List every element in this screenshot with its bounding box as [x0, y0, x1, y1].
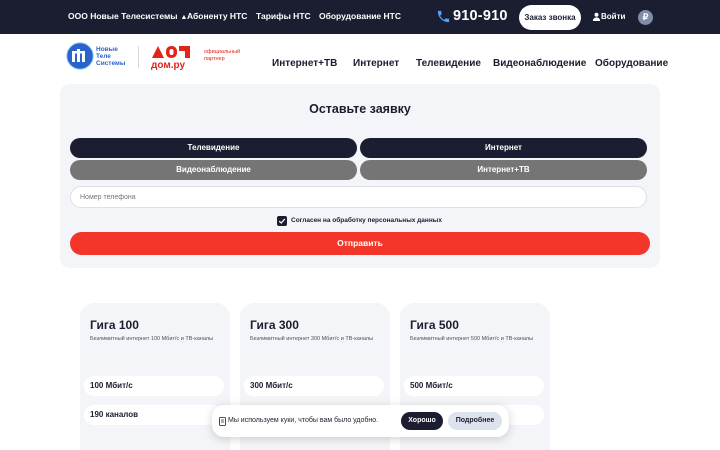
login-link[interactable]: Войти [601, 12, 625, 21]
company-selector[interactable]: ООО Новые Телесистемы ▲ [68, 11, 187, 21]
service-option-internet-tv[interactable]: Интернет+ТВ [360, 160, 647, 180]
ruble-icon[interactable]: ₽ [638, 10, 653, 25]
top-link-subscriber[interactable]: Абоненту НТС [187, 11, 247, 21]
form-title: Оставьте заявку [309, 102, 411, 116]
tariff-speed: 500 Мбит/с [404, 376, 544, 396]
tariff-name: Гига 500 [410, 318, 459, 332]
tariff-description: Безлимитный интернет 300 Мбит/с и ТВ-кан… [250, 336, 374, 342]
service-option-video-surveillance[interactable]: Видеонаблюдение [70, 160, 357, 180]
nav-television[interactable]: Телевидение [416, 58, 481, 69]
cookie-more-button[interactable]: Подробнее [448, 412, 502, 430]
tariff-speed: 300 Мбит/с [244, 376, 384, 396]
callback-button[interactable]: Заказ звонка [519, 5, 581, 30]
service-option-internet[interactable]: Интернет [360, 138, 647, 158]
domru-logo-icon[interactable] [151, 44, 191, 59]
phone-icon [437, 10, 450, 23]
nav-internet[interactable]: Интернет [353, 58, 399, 69]
phone-input[interactable] [70, 186, 647, 208]
nav-video-surveillance[interactable]: Видеонаблюдение [493, 58, 586, 69]
tariff-description: Безлимитный интернет 500 Мбит/с и ТВ-кан… [410, 336, 534, 342]
cookie-accept-button[interactable]: Хорошо [401, 412, 443, 430]
consent-label: Согласен на обработку персональных данны… [291, 217, 442, 224]
partner-label: официальный партнер [204, 49, 241, 62]
submit-button[interactable]: Отправить [70, 232, 650, 255]
tariff-card-giga-100[interactable]: Гига 100 Безлимитный интернет 100 Мбит/с… [80, 303, 230, 450]
company-name: ООО Новые Телесистемы [68, 11, 178, 21]
nts-logo-icon[interactable] [66, 42, 94, 70]
top-bar: ООО Новые Телесистемы ▲ Абоненту НТС Тари… [0, 0, 720, 34]
cookie-icon [219, 417, 226, 426]
check-icon [278, 218, 286, 224]
nav-equipment[interactable]: Оборудование [595, 58, 668, 69]
user-icon [592, 12, 601, 21]
top-link-equipment[interactable]: Оборудование НТС [319, 11, 401, 21]
service-option-television[interactable]: Телевидение [70, 138, 357, 158]
consent-checkbox[interactable] [277, 216, 287, 226]
tariff-description: Безлимитный интернет 100 Мбит/с и ТВ-кан… [90, 336, 214, 342]
cookie-banner: Мы используем куки, чтобы вам было удобн… [212, 405, 509, 437]
nav-internet-tv[interactable]: Интернет+ТВ [272, 58, 337, 69]
tariff-name: Гига 100 [90, 318, 139, 332]
nts-logo-text: Новые Теле Системы [96, 46, 126, 67]
logo-divider [138, 46, 139, 68]
tariff-name: Гига 300 [250, 318, 299, 332]
tariff-channels: 190 каналов [84, 405, 224, 425]
domru-logo-text: дом.ру [151, 60, 186, 71]
phone-number[interactable]: 910-910 [453, 8, 508, 24]
tariff-speed: 100 Мбит/с [84, 376, 224, 396]
top-link-tariffs[interactable]: Тарифы НТС [256, 11, 311, 21]
cookie-text: Мы используем куки, чтобы вам было удобн… [228, 417, 379, 424]
